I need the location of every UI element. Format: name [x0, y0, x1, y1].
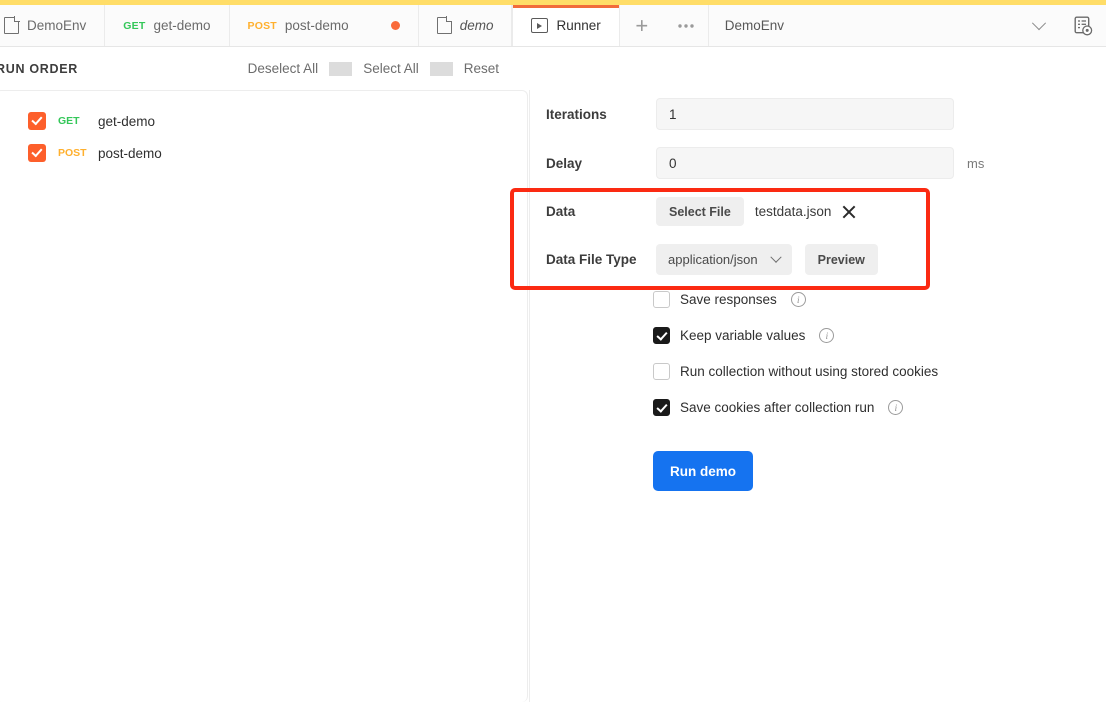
- tab-label: Runner: [556, 18, 601, 33]
- tab-get-demo[interactable]: GET get-demo: [105, 5, 230, 46]
- tab-more-options-button[interactable]: [664, 5, 709, 46]
- document-icon: [4, 16, 20, 34]
- tab-post-demo[interactable]: POST post-demo: [230, 5, 419, 46]
- list-item[interactable]: POST post-demo: [0, 137, 527, 169]
- unsaved-changes-dot-icon: [390, 21, 400, 30]
- preview-button[interactable]: Preview: [804, 244, 878, 275]
- tab-label: get-demo: [153, 18, 211, 33]
- request-name: post-demo: [98, 145, 162, 161]
- iterations-input[interactable]: 1: [656, 98, 954, 130]
- delay-row: Delay 0 ms: [546, 147, 984, 179]
- checkbox[interactable]: [653, 327, 670, 344]
- select-all-button[interactable]: Select All: [352, 61, 430, 76]
- option-keep-variable-values[interactable]: Keep variable values i: [653, 327, 835, 344]
- option-run-without-stored-cookies[interactable]: Run collection without using stored cook…: [653, 363, 938, 380]
- request-checkbox[interactable]: [28, 144, 46, 162]
- tab-bar: DemoEnv GET get-demo POST post-demo demo…: [0, 5, 1106, 47]
- close-icon[interactable]: [841, 204, 857, 220]
- option-label: Save responses: [680, 292, 777, 307]
- tab-method-post: POST: [247, 19, 277, 32]
- environment-quick-look-button[interactable]: [1060, 5, 1106, 46]
- request-method: GET: [58, 115, 80, 127]
- option-label: Keep variable values: [680, 328, 806, 343]
- data-file-type-label: Data File Type: [546, 252, 637, 267]
- runner-config-form: Iterations 1 Delay 0 ms Data Select File…: [529, 90, 1106, 702]
- delay-input[interactable]: 0: [656, 147, 954, 179]
- option-label: Run collection without using stored cook…: [680, 364, 939, 379]
- select-file-button[interactable]: Select File: [656, 197, 744, 226]
- data-file-type-row: Data File Type application/json Preview: [546, 244, 878, 275]
- run-order-list-panel: GET get-demo POST post-demo: [0, 90, 528, 702]
- run-collection-button[interactable]: Run demo: [653, 451, 753, 491]
- folder-icon: [436, 16, 453, 34]
- deselect-all-button[interactable]: Deselect All: [237, 61, 330, 76]
- data-row: Data Select File testdata.json: [546, 197, 857, 226]
- request-name: get-demo: [98, 113, 156, 129]
- play-icon: [531, 18, 549, 33]
- option-save-responses[interactable]: Save responses i: [653, 291, 806, 308]
- environment-selector[interactable]: DemoEnv: [709, 5, 1060, 46]
- data-file-type-select[interactable]: application/json: [656, 244, 792, 275]
- run-order-title: RUN ORDER: [0, 61, 78, 76]
- reset-button[interactable]: Reset: [453, 61, 510, 76]
- tab-demoenv[interactable]: DemoEnv: [0, 5, 106, 46]
- divider: [429, 61, 453, 76]
- checkbox[interactable]: [653, 363, 670, 380]
- iterations-row: Iterations 1: [546, 98, 954, 130]
- tab-label: DemoEnv: [27, 18, 87, 33]
- option-save-cookies-after-run[interactable]: Save cookies after collection run i: [653, 399, 904, 416]
- ellipsis-icon: [678, 23, 694, 28]
- tab-label: post-demo: [284, 18, 349, 33]
- info-icon[interactable]: i: [790, 292, 806, 307]
- chevron-down-icon: [1031, 15, 1047, 30]
- tab-label: demo: [459, 18, 494, 33]
- environment-quick-look-icon: [1074, 16, 1092, 35]
- list-item[interactable]: GET get-demo: [0, 105, 527, 137]
- data-file-type-value: application/json: [668, 252, 758, 267]
- iterations-label: Iterations: [546, 106, 607, 122]
- delay-unit-label: ms: [967, 155, 985, 171]
- run-order-header: RUN ORDER Deselect All Select All Reset: [0, 47, 528, 90]
- environment-name: DemoEnv: [724, 18, 785, 33]
- checkbox[interactable]: [653, 291, 670, 308]
- option-label: Save cookies after collection run: [680, 400, 875, 415]
- request-checkbox[interactable]: [28, 112, 46, 130]
- tab-demo-collection[interactable]: demo: [419, 5, 513, 46]
- checkbox[interactable]: [653, 399, 670, 416]
- chevron-down-icon: [769, 251, 782, 263]
- new-tab-button[interactable]: +: [620, 5, 664, 46]
- request-method: POST: [58, 147, 87, 159]
- info-icon[interactable]: i: [888, 400, 904, 415]
- info-icon[interactable]: i: [819, 328, 835, 343]
- tab-method-get: GET: [123, 19, 146, 32]
- tab-runner[interactable]: Runner: [512, 5, 620, 46]
- selected-file-name: testdata.json: [754, 204, 832, 219]
- delay-label: Delay: [546, 155, 583, 171]
- data-label: Data: [546, 204, 576, 219]
- run-order-actions: Deselect All Select All Reset: [237, 61, 510, 76]
- divider: [329, 61, 353, 76]
